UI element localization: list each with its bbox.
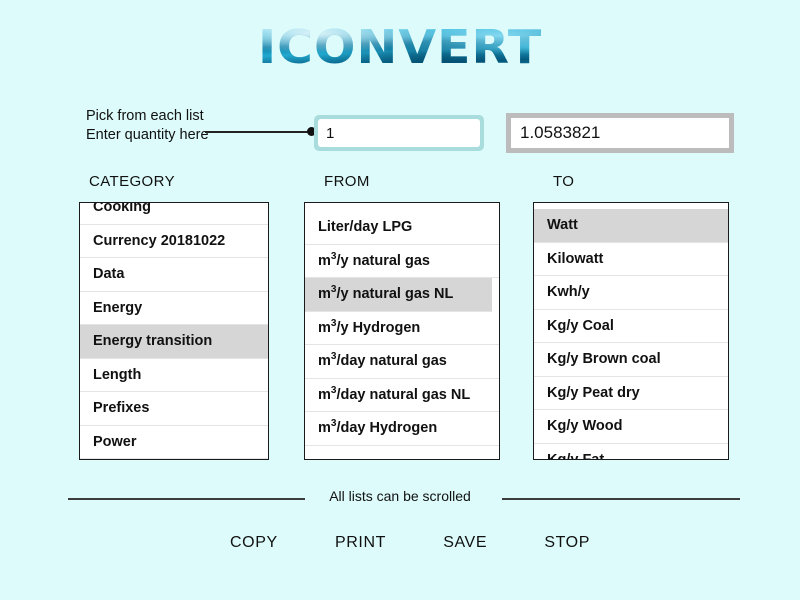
to-list-item[interactable]: Kg/y Coal <box>534 310 728 343</box>
to-list-item[interactable]: Kg/y Peat dry <box>534 377 728 410</box>
category-list-item[interactable]: Energy <box>80 292 268 325</box>
category-list-scroll[interactable]: Cooking Currency 20181022 Data Energy Energy… <box>80 203 268 459</box>
to-listbox[interactable]: Watt Kilowatt Kwh/y Kg/y Coal Kg/y Brown coa… <box>533 202 729 460</box>
category-column-header: CATEGORY <box>89 173 175 190</box>
category-list-item[interactable]: Energy transition <box>80 325 268 359</box>
category-list-item[interactable]: Prefixes <box>80 392 268 426</box>
to-list-item[interactable]: Kg/y Fat <box>534 444 728 460</box>
from-list-item[interactable]: m3/day natural gas NL <box>305 379 499 412</box>
to-list-item[interactable]: Kg/y Brown coal <box>534 343 728 377</box>
category-list-item[interactable]: Data <box>80 258 268 292</box>
from-list-item[interactable]: Liter/day LPG <box>305 211 499 245</box>
action-button-row: COPY PRINT SAVE STOP <box>230 534 590 552</box>
from-list-item[interactable]: m3/day natural gas <box>305 345 499 379</box>
from-list-item[interactable]: m3/day Hydrogen <box>305 412 499 446</box>
category-list-item[interactable]: Power <box>80 426 268 459</box>
app-logo: iConvert <box>257 20 543 74</box>
from-listbox[interactable]: Liter/day LPG m3/y natural gas m3/y natura… <box>304 202 500 460</box>
quantity-input[interactable] <box>318 119 480 147</box>
from-column-header: FROM <box>324 173 370 190</box>
from-list-item[interactable]: m3/y natural gas <box>305 245 499 278</box>
to-list-item[interactable]: Kilowatt <box>534 243 728 276</box>
to-list-item[interactable]: Kg/y Wood <box>534 410 728 444</box>
category-list-item[interactable]: Cooking <box>80 203 268 225</box>
footer-note: All lists can be scrolled <box>329 488 471 504</box>
from-list-scroll[interactable]: Liter/day LPG m3/y natural gas m3/y natura… <box>305 211 499 446</box>
category-list-item[interactable]: Length <box>80 359 268 392</box>
category-listbox[interactable]: Cooking Currency 20181022 Data Energy Energy… <box>79 202 269 460</box>
from-list-item[interactable]: m3/y natural gas NL <box>305 278 492 312</box>
to-list-scroll[interactable]: Watt Kilowatt Kwh/y Kg/y Coal Kg/y Brown coa… <box>534 209 728 460</box>
footer-rule-right <box>502 498 740 500</box>
footer-rule-left <box>68 498 305 500</box>
to-list-item[interactable]: Watt <box>534 209 728 243</box>
from-list-item[interactable]: m3/y Hydrogen <box>305 312 499 345</box>
category-list-item[interactable]: Currency 20181022 <box>80 225 268 258</box>
stop-button[interactable]: STOP <box>544 534 590 552</box>
instructions-text: Pick from each list Enter quantity here <box>86 108 209 144</box>
logo-area: iConvert <box>0 24 800 70</box>
copy-button[interactable]: COPY <box>230 534 278 552</box>
print-button[interactable]: PRINT <box>335 534 386 552</box>
to-column-header: TO <box>553 173 575 190</box>
quantity-input-frame <box>314 115 484 151</box>
result-field[interactable] <box>511 118 729 148</box>
result-field-frame <box>506 113 734 153</box>
save-button[interactable]: SAVE <box>443 534 487 552</box>
pointer-line <box>205 131 313 133</box>
to-list-item[interactable]: Kwh/y <box>534 276 728 310</box>
